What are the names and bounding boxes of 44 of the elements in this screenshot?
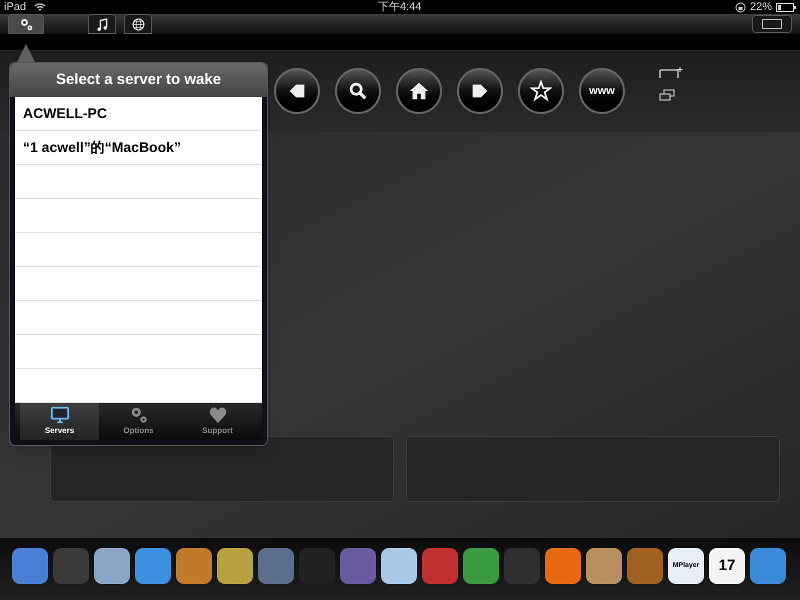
- keyboard-button[interactable]: [752, 15, 792, 33]
- clock-time: 下午4:44: [378, 0, 422, 15]
- app-icon[interactable]: [463, 548, 499, 584]
- tab-bar-item[interactable]: Servers: [20, 402, 99, 440]
- heart-icon: [208, 405, 228, 425]
- app-icon[interactable]: [381, 548, 417, 584]
- server-item[interactable]: ACWELL-PC: [15, 96, 262, 131]
- app-icon[interactable]: [750, 548, 786, 584]
- wifi-icon: [34, 2, 46, 12]
- battery-percent: 22%: [750, 0, 772, 15]
- www-button[interactable]: www: [579, 68, 625, 114]
- app-icon[interactable]: [12, 548, 48, 584]
- trackpad-panel[interactable]: [50, 436, 394, 502]
- app-icon[interactable]: [545, 548, 581, 584]
- home-icon: [408, 80, 430, 102]
- star-icon: [530, 80, 552, 102]
- popover-title: Select a server to wake: [10, 63, 267, 97]
- app-icon[interactable]: [94, 548, 130, 584]
- device-name: iPad: [4, 0, 26, 15]
- home-button[interactable]: [396, 68, 442, 114]
- back-button[interactable]: [274, 68, 320, 114]
- forward-button[interactable]: [457, 68, 503, 114]
- globe-icon: [130, 16, 146, 32]
- app-icon[interactable]: [176, 548, 212, 584]
- toolbar-button[interactable]: [124, 14, 152, 34]
- tab-bar-item[interactable]: Options: [99, 402, 178, 440]
- server-item[interactable]: “1 acwell”的“MacBook”: [15, 130, 262, 165]
- rotation-lock-icon: [734, 2, 746, 12]
- star-button[interactable]: [518, 68, 564, 114]
- app-icon[interactable]: [586, 548, 622, 584]
- app-icon[interactable]: [217, 548, 253, 584]
- battery-icon: [776, 2, 796, 12]
- app-icon[interactable]: 17: [709, 548, 745, 584]
- tab-bar-item[interactable]: Support: [178, 402, 257, 440]
- toolbar-button[interactable]: [8, 14, 44, 34]
- monitor-icon: [50, 405, 70, 425]
- search-icon: [347, 80, 369, 102]
- keyboard-icon: [762, 19, 782, 29]
- app-icon[interactable]: [135, 548, 171, 584]
- music-note-icon: [94, 16, 110, 32]
- windows-icon: [659, 89, 675, 101]
- new-window-icon: [659, 67, 683, 79]
- toolbar-button[interactable]: [88, 14, 116, 34]
- search-button[interactable]: [335, 68, 381, 114]
